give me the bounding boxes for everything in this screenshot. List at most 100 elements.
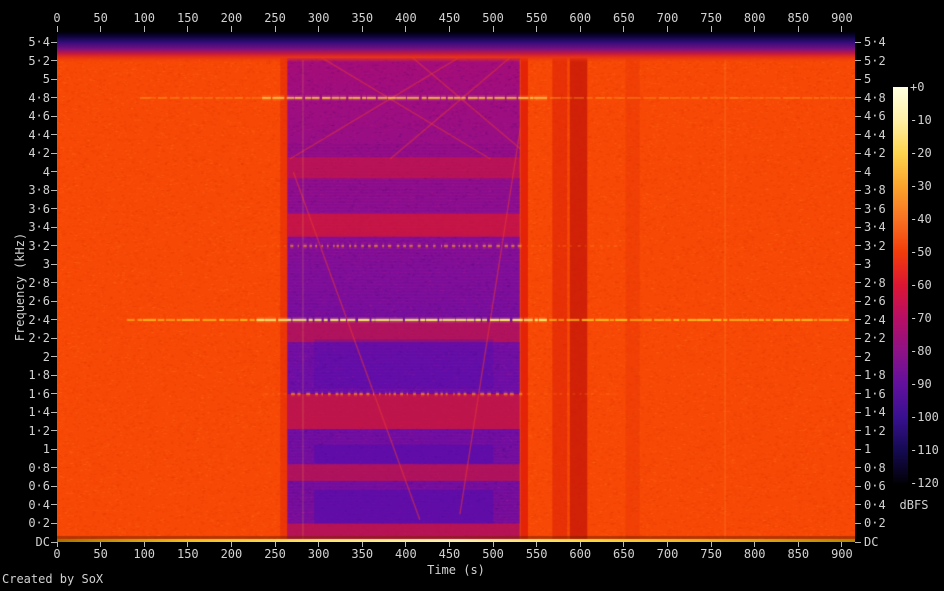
- y-axis-tick-label-right: 3·2: [864, 238, 886, 253]
- y-axis-tick-label-left: 2·6: [28, 294, 50, 309]
- y-axis-tick-mark-right: [855, 41, 861, 43]
- y-axis-tick-mark-right: [855, 208, 861, 210]
- colorbar-tick-label: -90: [910, 377, 932, 391]
- y-axis-tick-mark-left: [51, 356, 57, 358]
- y-axis-tick-label-left: 1·4: [28, 405, 50, 420]
- y-axis-tick-mark-right: [855, 245, 861, 247]
- y-axis-tick-label-left: 0·4: [28, 497, 50, 512]
- y-axis-tick-mark-left: [51, 430, 57, 432]
- x-axis-tick-label-bottom: 350: [351, 547, 374, 561]
- y-axis-tick-label-left: 2·2: [28, 331, 50, 346]
- x-axis-tick-label-bottom: 150: [176, 547, 199, 561]
- y-axis-tick-mark-right: [855, 226, 861, 228]
- x-axis-tick-label-bottom: 250: [264, 547, 286, 561]
- y-axis-tick-mark-right: [855, 393, 861, 395]
- x-axis-tick-label-bottom: 650: [613, 547, 635, 561]
- y-axis-tick-mark-right: [855, 78, 861, 80]
- y-axis-tick-label-right: 4·8: [864, 90, 886, 105]
- y-axis-tick-mark-right: [855, 134, 861, 136]
- y-axis-tick-mark-right: [855, 171, 861, 173]
- x-axis-tick-mark-top: [841, 26, 843, 32]
- y-axis-tick-mark-left: [51, 411, 57, 413]
- y-axis-tick-mark-right: [855, 411, 861, 413]
- y-axis-tick-mark-right: [855, 97, 861, 99]
- colorbar-tick-label: -110: [910, 443, 939, 457]
- y-axis-tick-mark-left: [51, 78, 57, 80]
- x-axis-tick-label-top: 0: [53, 11, 61, 25]
- colorbar-tick-label: -70: [910, 311, 932, 325]
- y-axis-tick-label-right: 4·2: [864, 146, 886, 161]
- y-axis-tick-label-right: 5·4: [864, 35, 886, 50]
- colorbar-tick-label: -100: [910, 410, 939, 424]
- x-axis-tick-label-bottom: 400: [395, 547, 417, 561]
- x-axis-tick-label-top: 650: [613, 11, 635, 25]
- y-axis-tick-mark-right: [855, 60, 861, 62]
- y-axis-tick-label-right: 1: [864, 442, 872, 457]
- y-axis-tick-mark-right: [855, 115, 861, 117]
- x-axis-tick-label-bottom: 550: [525, 547, 548, 561]
- y-axis-tick-label-right: 5: [864, 72, 872, 87]
- y-axis-tick-label-right: 4·4: [864, 127, 886, 142]
- y-axis-tick-mark-right: [855, 374, 861, 376]
- y-axis-tick-mark-left: [51, 522, 57, 524]
- x-axis-title: Time (s): [427, 563, 485, 577]
- y-axis-tick-label-right: 1·2: [864, 423, 886, 438]
- x-axis-tick-label-bottom: 800: [743, 547, 766, 561]
- y-axis-tick-mark-left: [51, 263, 57, 265]
- y-axis-tick-mark-right: [855, 430, 861, 432]
- y-axis-tick-mark-left: [51, 134, 57, 136]
- y-axis-tick-mark-left: [51, 337, 57, 339]
- y-axis-tick-label-left: 3·6: [28, 201, 50, 216]
- x-axis-tick-mark-top: [623, 26, 625, 32]
- y-axis-tick-label-right: 2·2: [864, 331, 886, 346]
- y-axis-tick-mark-left: [51, 189, 57, 191]
- y-axis-tick-label-left: 3·4: [28, 220, 50, 235]
- y-axis-tick-mark-left: [51, 97, 57, 99]
- x-axis-tick-mark-top: [100, 26, 102, 32]
- y-axis-tick-label-right: 1·6: [864, 386, 886, 401]
- y-axis-tick-mark-left: [51, 152, 57, 154]
- y-axis-tick-mark-left: [51, 41, 57, 43]
- colorbar-tick-label: -120: [910, 476, 939, 490]
- x-axis-tick-label-top: 250: [264, 11, 286, 25]
- x-axis-tick-label-bottom: 450: [438, 547, 461, 561]
- x-axis-tick-mark-top: [710, 26, 712, 32]
- x-axis-tick-label-top: 100: [133, 11, 156, 25]
- y-axis-tick-label-left: 1·6: [28, 386, 50, 401]
- colorbar-tick-label: -30: [910, 179, 932, 193]
- spectrogram-heatmap: [57, 32, 855, 542]
- y-axis-tick-mark-left: [51, 226, 57, 228]
- y-axis-tick-mark-left: [51, 300, 57, 302]
- y-axis-tick-label-left: 1·8: [28, 368, 50, 383]
- x-axis-tick-mark-top: [274, 26, 276, 32]
- y-axis-tick-label-left: 5·4: [28, 35, 50, 50]
- y-axis-tick-mark-left: [51, 467, 57, 469]
- colorbar-tick-label: +0: [910, 80, 925, 94]
- x-axis-tick-label-bottom: 0: [53, 547, 61, 561]
- colorbar-tick-label: -50: [910, 245, 932, 259]
- x-axis-tick-mark-top: [579, 26, 581, 32]
- colorbar-tick-label: -40: [910, 212, 932, 226]
- y-axis-tick-mark-left: [51, 504, 57, 506]
- y-axis-tick-label-left: 3·2: [28, 238, 50, 253]
- y-axis-tick-label-left: 4·2: [28, 146, 50, 161]
- x-axis-tick-label-top: 150: [176, 11, 199, 25]
- x-axis-tick-label-bottom: 700: [656, 547, 679, 561]
- y-axis-tick-label-right: DC: [864, 535, 879, 549]
- x-axis-tick-label-top: 800: [743, 11, 766, 25]
- y-axis-tick-label-right: 2: [864, 349, 872, 364]
- y-axis-tick-label-left: 1·2: [28, 423, 50, 438]
- x-axis-tick-label-bottom: 200: [220, 547, 243, 561]
- y-axis-tick-mark-right: [855, 541, 861, 543]
- x-axis-tick-mark-top: [754, 26, 756, 32]
- y-axis-tick-label-left: 4: [42, 164, 50, 179]
- y-axis-tick-mark-left: [51, 485, 57, 487]
- y-axis-tick-label-left: 0·2: [28, 516, 50, 531]
- y-axis-tick-mark-left: [51, 448, 57, 450]
- x-axis-tick-mark-top: [230, 26, 232, 32]
- y-axis-tick-mark-left: [51, 319, 57, 321]
- x-axis-tick-label-top: 850: [787, 11, 810, 25]
- y-axis-tick-mark-right: [855, 263, 861, 265]
- y-axis-tick-mark-left: [51, 374, 57, 376]
- x-axis-tick-mark-top: [143, 26, 145, 32]
